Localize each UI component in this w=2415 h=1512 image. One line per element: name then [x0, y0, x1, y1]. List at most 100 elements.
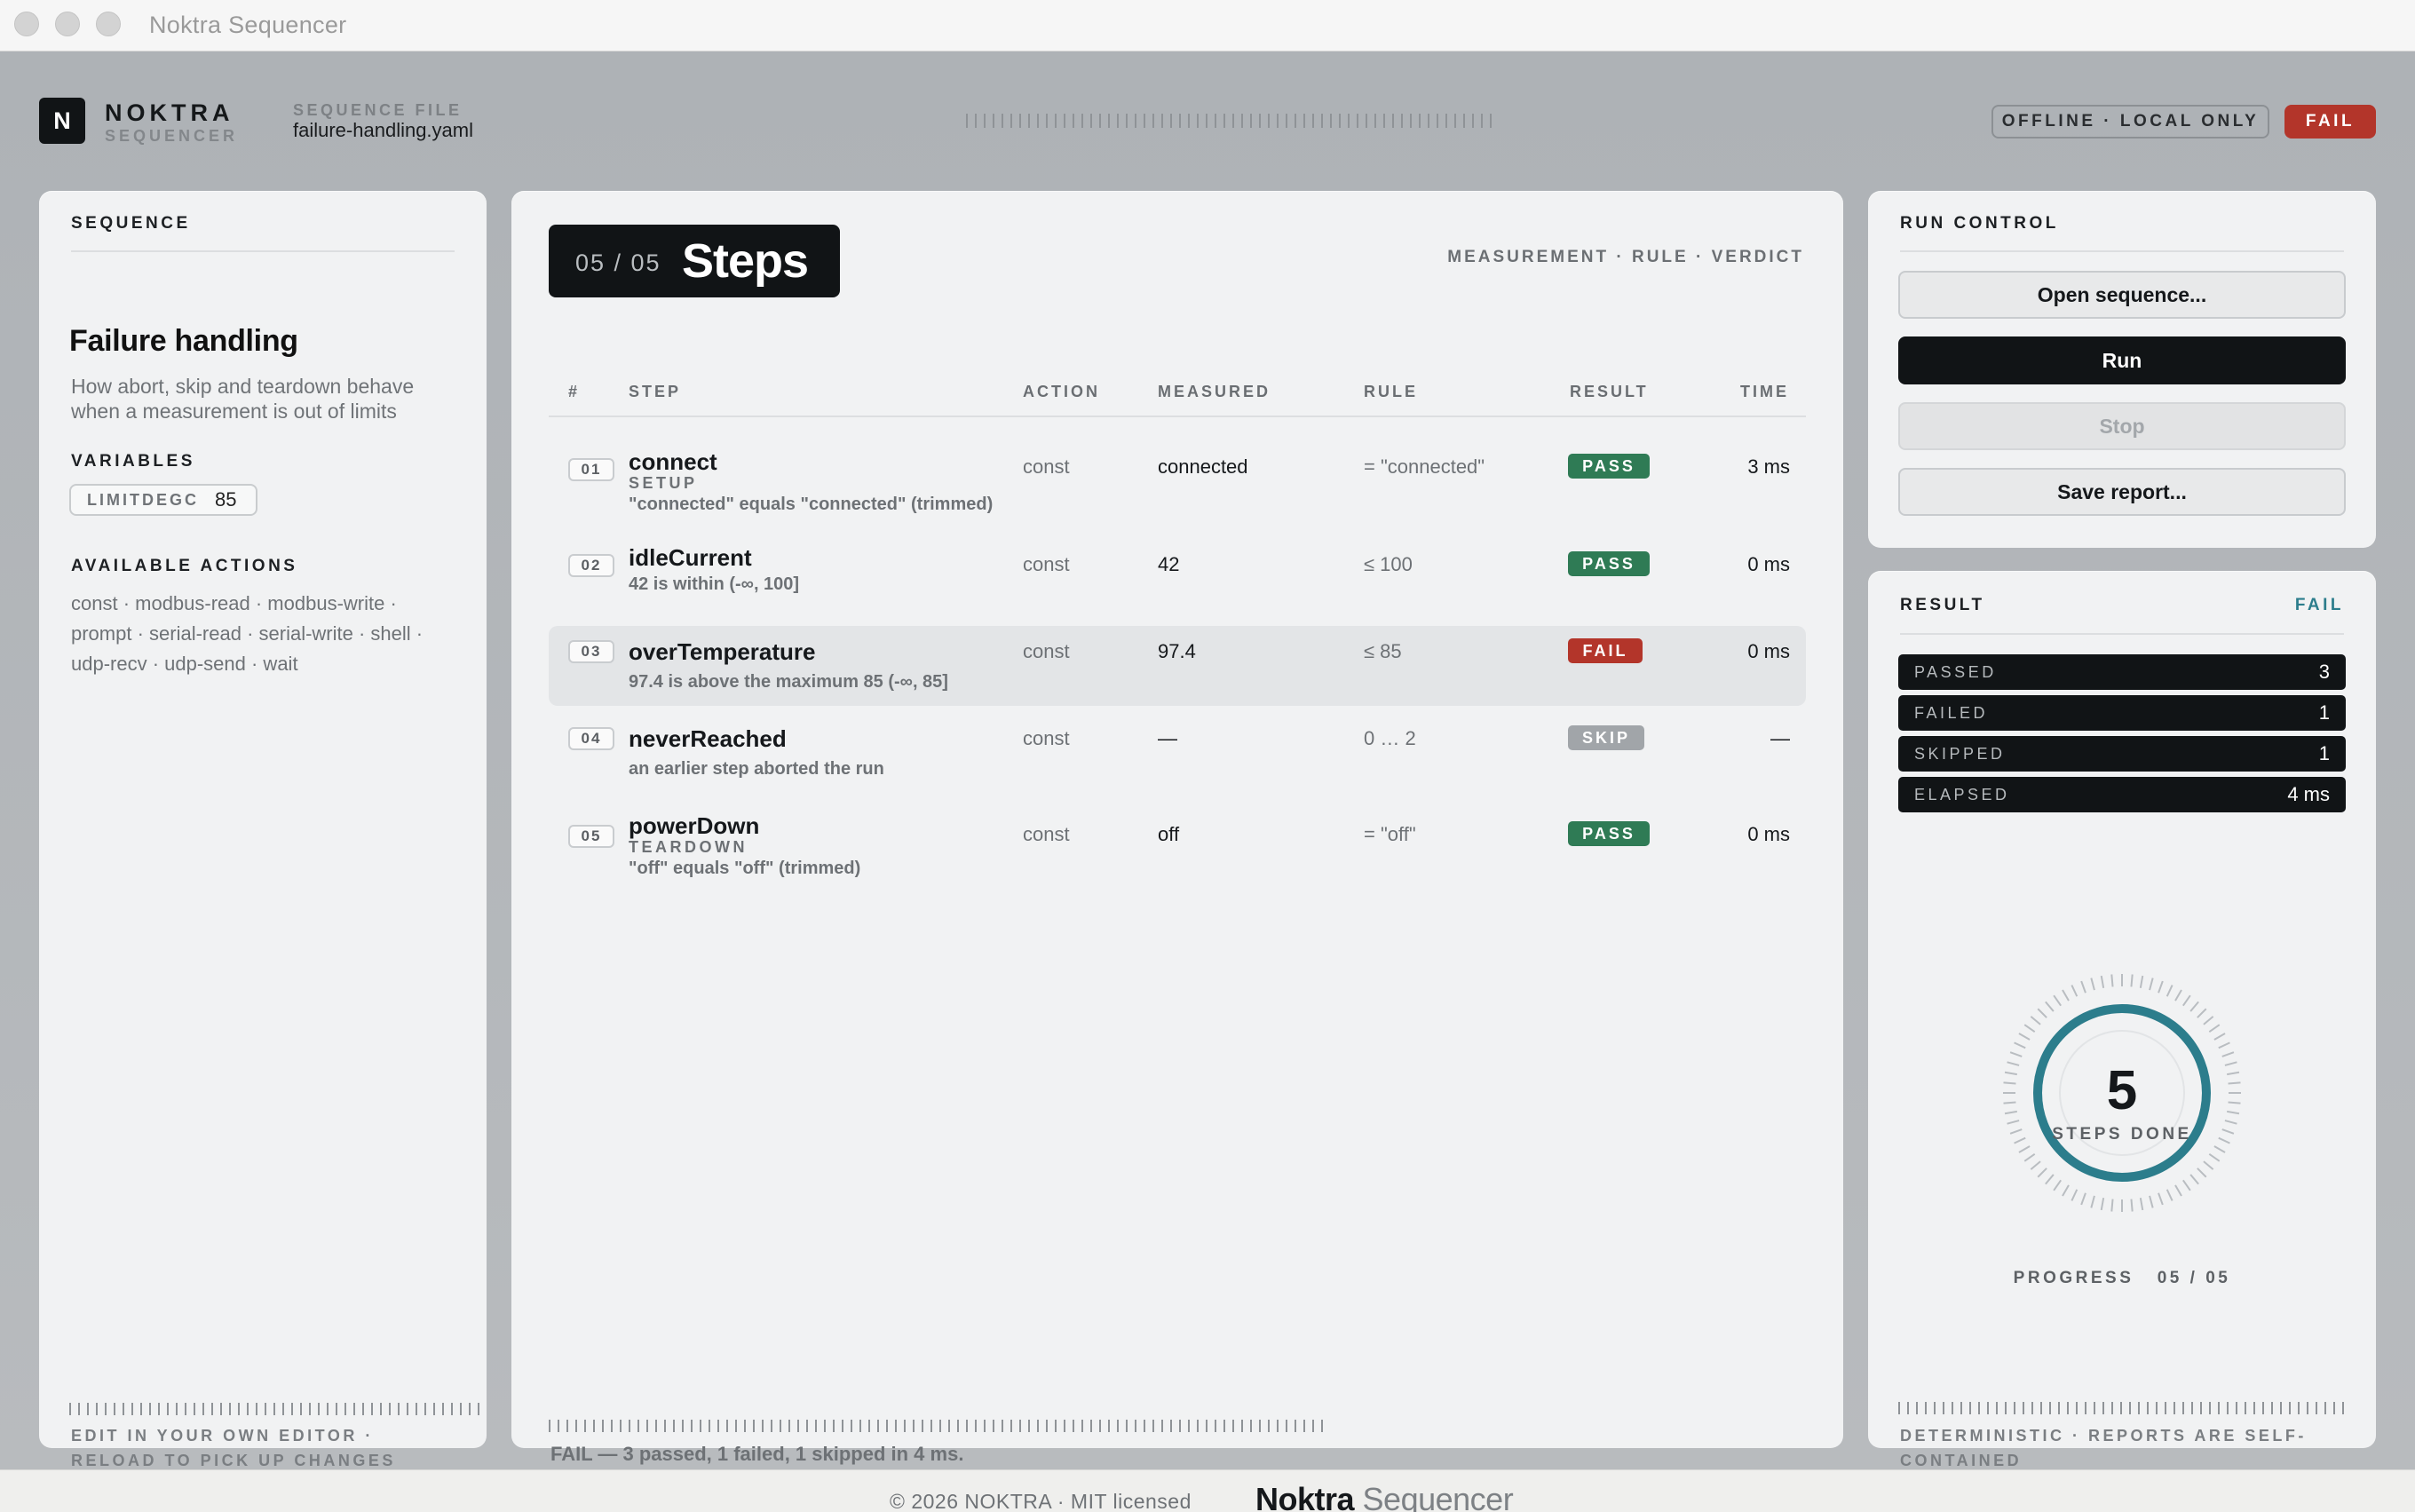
open-sequence-button[interactable]: Open sequence... [1898, 271, 2346, 319]
gauge-tick [2149, 1195, 2154, 1208]
stop-button[interactable]: Stop [1898, 402, 2346, 450]
gauge-tick [2213, 1033, 2226, 1041]
gauge-tick [2166, 1189, 2174, 1201]
progress-gauge: 5 STEPS DONE [1998, 969, 2246, 1217]
table-row[interactable]: 05 powerDown TEARDOWN "off" equals "off"… [549, 800, 1806, 889]
divider [71, 250, 455, 252]
step-name: neverReached [629, 725, 787, 752]
table-row[interactable]: 02 idleCurrent 42 is within (-∞, 100] co… [549, 532, 1806, 612]
result-tick-decoration [1898, 1402, 2348, 1414]
step-rule: ≤ 85 [1364, 640, 1402, 662]
gauge-tick [2045, 1174, 2055, 1185]
zoom-window-button[interactable] [96, 12, 121, 36]
stat-value: 3 [2318, 661, 2330, 683]
gauge-tick [2037, 1008, 2047, 1018]
result-badge-pass: PASS [1568, 551, 1650, 576]
step-name: powerDown [629, 812, 760, 839]
gauge-tick [2203, 1016, 2214, 1025]
gauge-tick [2071, 985, 2078, 997]
gauge-tick [2080, 980, 2086, 993]
close-window-button[interactable] [14, 12, 39, 36]
step-name: connect [629, 448, 717, 475]
window-titlebar: Noktra Sequencer [0, 0, 2415, 51]
gauge-tick [2208, 1153, 2221, 1162]
stat-label: FAILED [1914, 703, 1989, 722]
step-rule: = "off" [1364, 823, 1416, 845]
gauge-tick [2110, 974, 2114, 987]
column-header-result: RESULT [1570, 383, 1649, 400]
gauge-tick [2182, 994, 2191, 1007]
result-title: RESULT [1900, 596, 1985, 614]
table-row[interactable]: 04 neverReached an earlier step aborted … [549, 713, 1806, 793]
step-tag: SETUP [629, 474, 698, 492]
logo-icon: N [39, 98, 85, 144]
header-tick-decoration [966, 114, 1495, 128]
step-tag: TEARDOWN [629, 838, 748, 856]
gauge-tick [2158, 980, 2164, 993]
stat-label: SKIPPED [1914, 744, 2006, 763]
gauge-tick [2062, 989, 2070, 1001]
sequence-name: Failure handling [69, 324, 298, 358]
step-measured: — [1158, 727, 1177, 749]
stat-failed: FAILED 1 [1898, 695, 2346, 731]
gauge-tick [2130, 974, 2134, 987]
result-badge-pass: PASS [1568, 821, 1650, 846]
gauge-tick [2203, 1160, 2214, 1170]
column-header-step: STEP [629, 383, 682, 400]
gauge-tick [2213, 1145, 2226, 1153]
steps-done-label: STEPS DONE [2052, 1125, 2192, 1144]
steps-done-count: 5 [2106, 1060, 2138, 1121]
gauge-tick [2174, 1184, 2182, 1197]
step-action: const [1023, 455, 1070, 478]
stat-passed: PASSED 3 [1898, 654, 2346, 690]
step-name: idleCurrent [629, 544, 752, 571]
footer-brand-secondary: Sequencer [1362, 1481, 1514, 1512]
progress-label: PROGRESS [2013, 1269, 2134, 1287]
gauge-tick [2166, 985, 2174, 997]
minimize-window-button[interactable] [55, 12, 80, 36]
progress-readout: PROGRESS 05 / 05 [1868, 1269, 2376, 1288]
step-time: 0 ms [1747, 640, 1790, 662]
result-panel-footer: DETERMINISTIC · REPORTS ARE SELF- CONTAI… [1900, 1423, 2344, 1473]
step-action: const [1023, 553, 1070, 575]
gauge-tick [2100, 975, 2105, 988]
gauge-tick [2053, 1179, 2062, 1191]
progress-value: 05 / 05 [2157, 1269, 2231, 1287]
step-rule: ≤ 100 [1364, 553, 1413, 575]
stat-label: PASSED [1914, 662, 1997, 681]
gauge-tick [2110, 1199, 2114, 1212]
steps-legend: MEASUREMENT · RULE · VERDICT [1447, 248, 1804, 266]
step-note: "connected" equals "connected" (trimmed) [629, 495, 994, 514]
sequence-file-label: SEQUENCE FILE [293, 101, 463, 119]
brand-subtitle: SEQUENCER [105, 127, 239, 145]
variable-chip[interactable]: LIMITDEGC 85 [69, 484, 257, 516]
column-header-rule: RULE [1364, 383, 1418, 400]
table-row[interactable]: 01 connect SETUP "connected" equals "con… [549, 436, 1806, 525]
gauge-tick [2218, 1041, 2230, 1049]
variable-key: LIMITDEGC [87, 490, 199, 509]
save-report-button[interactable]: Save report... [1898, 468, 2346, 516]
step-time: — [1770, 727, 1790, 749]
footer-line: EDIT IN YOUR OWN EDITOR · [71, 1427, 374, 1445]
gauge-tick [2018, 1033, 2031, 1041]
run-summary: FAIL — 3 passed, 1 failed, 1 skipped in … [550, 1443, 964, 1465]
page-footer: © 2026 NOKTRA · MIT licensed Noktra Sequ… [0, 1469, 2415, 1512]
run-control-title: RUN CONTROL [1900, 214, 2059, 233]
gauge-tick [2023, 1024, 2036, 1033]
table-row[interactable]: 03 overTemperature 97.4 is above the max… [549, 626, 1806, 706]
step-rule: 0 … 2 [1364, 727, 1416, 749]
run-button[interactable]: Run [1898, 336, 2346, 384]
stat-label: ELAPSED [1914, 785, 2010, 803]
gauge-tick [2037, 1168, 2047, 1178]
step-note: 97.4 is above the maximum 85 (-∞, 85] [629, 672, 948, 692]
gauge-tick [2030, 1016, 2041, 1025]
gauge-tick [2208, 1024, 2221, 1033]
sequence-description: How abort, skip and teardown behave when… [71, 375, 415, 423]
run-control-panel: RUN CONTROL Open sequence... Run Stop Sa… [1868, 191, 2376, 548]
result-badge-skip: SKIP [1568, 725, 1644, 750]
sequence-panel: SEQUENCE Failure handling How abort, ski… [39, 191, 487, 1469]
step-index: 02 [568, 554, 614, 577]
gauge-tick [2182, 1179, 2191, 1191]
gauge-tick [2014, 1041, 2026, 1049]
stat-value: 1 [2318, 742, 2330, 764]
